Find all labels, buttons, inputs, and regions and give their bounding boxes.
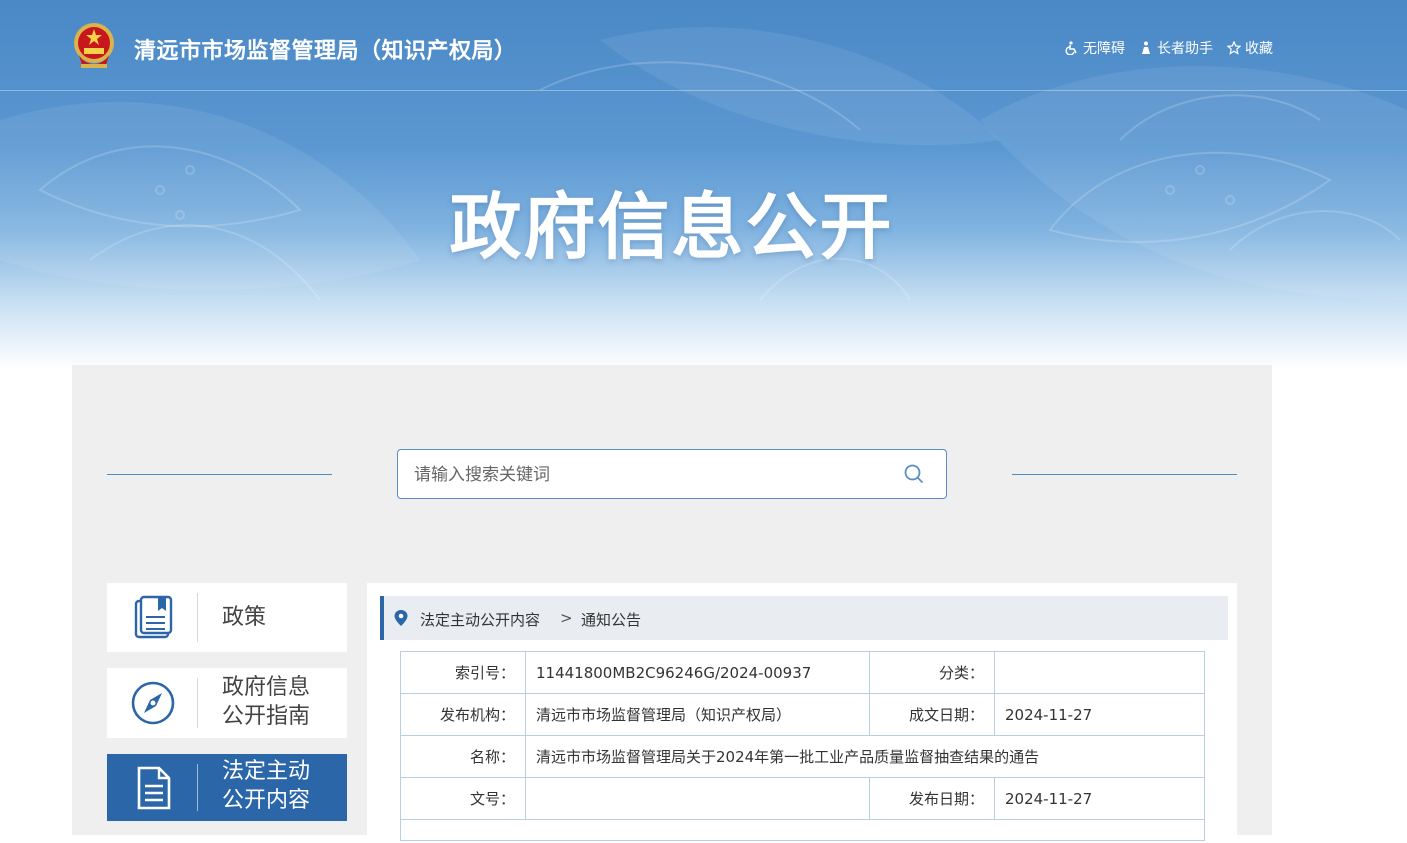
sidebar-separator	[197, 764, 198, 811]
publish-date-label: 发布日期：	[869, 777, 995, 820]
breadcrumb-link-statutory[interactable]: 法定主动公开内容	[420, 609, 540, 630]
document-icon	[134, 595, 173, 639]
written-date-value: 2024-11-27	[994, 693, 1205, 736]
index-label: 索引号：	[400, 651, 526, 694]
elder-assist-icon	[1142, 41, 1150, 54]
elder-assist-label: 长者助手	[1157, 41, 1213, 57]
sidebar-item-label: 政策	[222, 605, 267, 630]
compass-icon	[131, 681, 175, 725]
table-row: 索引号： 11441800MB2C96246G/2024-00937 分类：	[400, 651, 1205, 694]
search-input[interactable]	[412, 460, 886, 490]
banner-title: 政府信息公开	[449, 185, 894, 269]
star-icon	[1227, 41, 1241, 55]
table-row	[400, 819, 1205, 841]
favorite-label: 收藏	[1245, 41, 1273, 57]
main-content: 法定主动公开内容 > 通知公告 索引号： 11441800MB2C96246G/…	[367, 583, 1237, 843]
publisher-label: 发布机构：	[400, 693, 526, 736]
sidebar-item-guide[interactable]: 政府信息 公开指南	[107, 668, 347, 738]
sidebar-item-label: 法定主动 公开内容	[222, 757, 310, 815]
publish-date-value: 2024-11-27	[994, 777, 1205, 820]
file-list-icon	[137, 766, 171, 810]
breadcrumb: 法定主动公开内容 > 通知公告	[380, 596, 1228, 640]
index-value: 11441800MB2C96246G/2024-00937	[525, 651, 870, 694]
breadcrumb-separator: >	[560, 609, 573, 627]
sidebar-item-statutory-disclosure[interactable]: 法定主动 公开内容	[107, 754, 347, 821]
search-icon[interactable]	[904, 464, 924, 484]
table-row-partial	[400, 819, 1205, 841]
table-row: 名称： 清远市市场监督管理局关于2024年第一批工业产品质量监督抽查结果的通告	[400, 735, 1205, 778]
breadcrumb-link-notices[interactable]: 通知公告	[581, 609, 641, 630]
accessibility-link[interactable]: 无障碍	[1065, 38, 1125, 58]
site-title: 清远市市场监督管理局（知识产权局）	[134, 39, 517, 64]
search-divider-left	[107, 474, 332, 475]
written-date-label: 成文日期：	[869, 693, 995, 736]
document-info-table: 索引号： 11441800MB2C96246G/2024-00937 分类： 发…	[400, 651, 1205, 841]
elder-assist-link[interactable]: 长者助手	[1139, 38, 1213, 58]
favorite-link[interactable]: 收藏	[1227, 38, 1273, 58]
header-tools: 无障碍 长者助手 收藏	[1065, 38, 1273, 58]
publisher-value: 清远市市场监督管理局（知识产权局）	[525, 693, 870, 736]
banner: 清远市市场监督管理局（知识产权局） 无障碍 长者助手 收藏 政府信息公开	[0, 0, 1407, 370]
top-bar: 清远市市场监督管理局（知识产权局） 无障碍 长者助手 收藏	[0, 0, 1407, 91]
location-pin-icon	[394, 610, 408, 626]
search-divider-right	[1012, 474, 1237, 475]
doc-number-label: 文号：	[400, 777, 526, 820]
sidebar-item-label-line1: 法定主动	[222, 759, 311, 784]
sidebar-item-label-line2: 公开内容	[222, 788, 311, 813]
accessibility-label: 无障碍	[1083, 41, 1125, 57]
sidebar-item-label-line2: 公开指南	[222, 704, 311, 729]
table-row: 发布机构： 清远市市场监督管理局（知识产权局） 成文日期： 2024-11-27	[400, 693, 1205, 736]
sidebar-separator	[197, 593, 198, 642]
sidebar-item-label: 政府信息 公开指南	[222, 673, 310, 731]
name-value: 清远市市场监督管理局关于2024年第一批工业产品质量监督抽查结果的通告	[525, 735, 1205, 778]
content-panel: 政策 政府信息 公开指南 法定主动 公开内容	[72, 365, 1272, 843]
category-label: 分类：	[869, 651, 995, 694]
national-emblem-icon	[74, 23, 114, 68]
doc-number-value	[525, 777, 870, 820]
accessibility-icon	[1065, 41, 1077, 55]
sidebar-separator	[197, 678, 198, 728]
sidebar-item-policy[interactable]: 政策	[107, 583, 347, 652]
name-label: 名称：	[400, 735, 526, 778]
table-row: 文号： 发布日期： 2024-11-27	[400, 777, 1205, 820]
category-value	[994, 651, 1205, 694]
sidebar-item-label-line1: 政府信息	[222, 675, 311, 700]
search-box	[397, 449, 947, 499]
